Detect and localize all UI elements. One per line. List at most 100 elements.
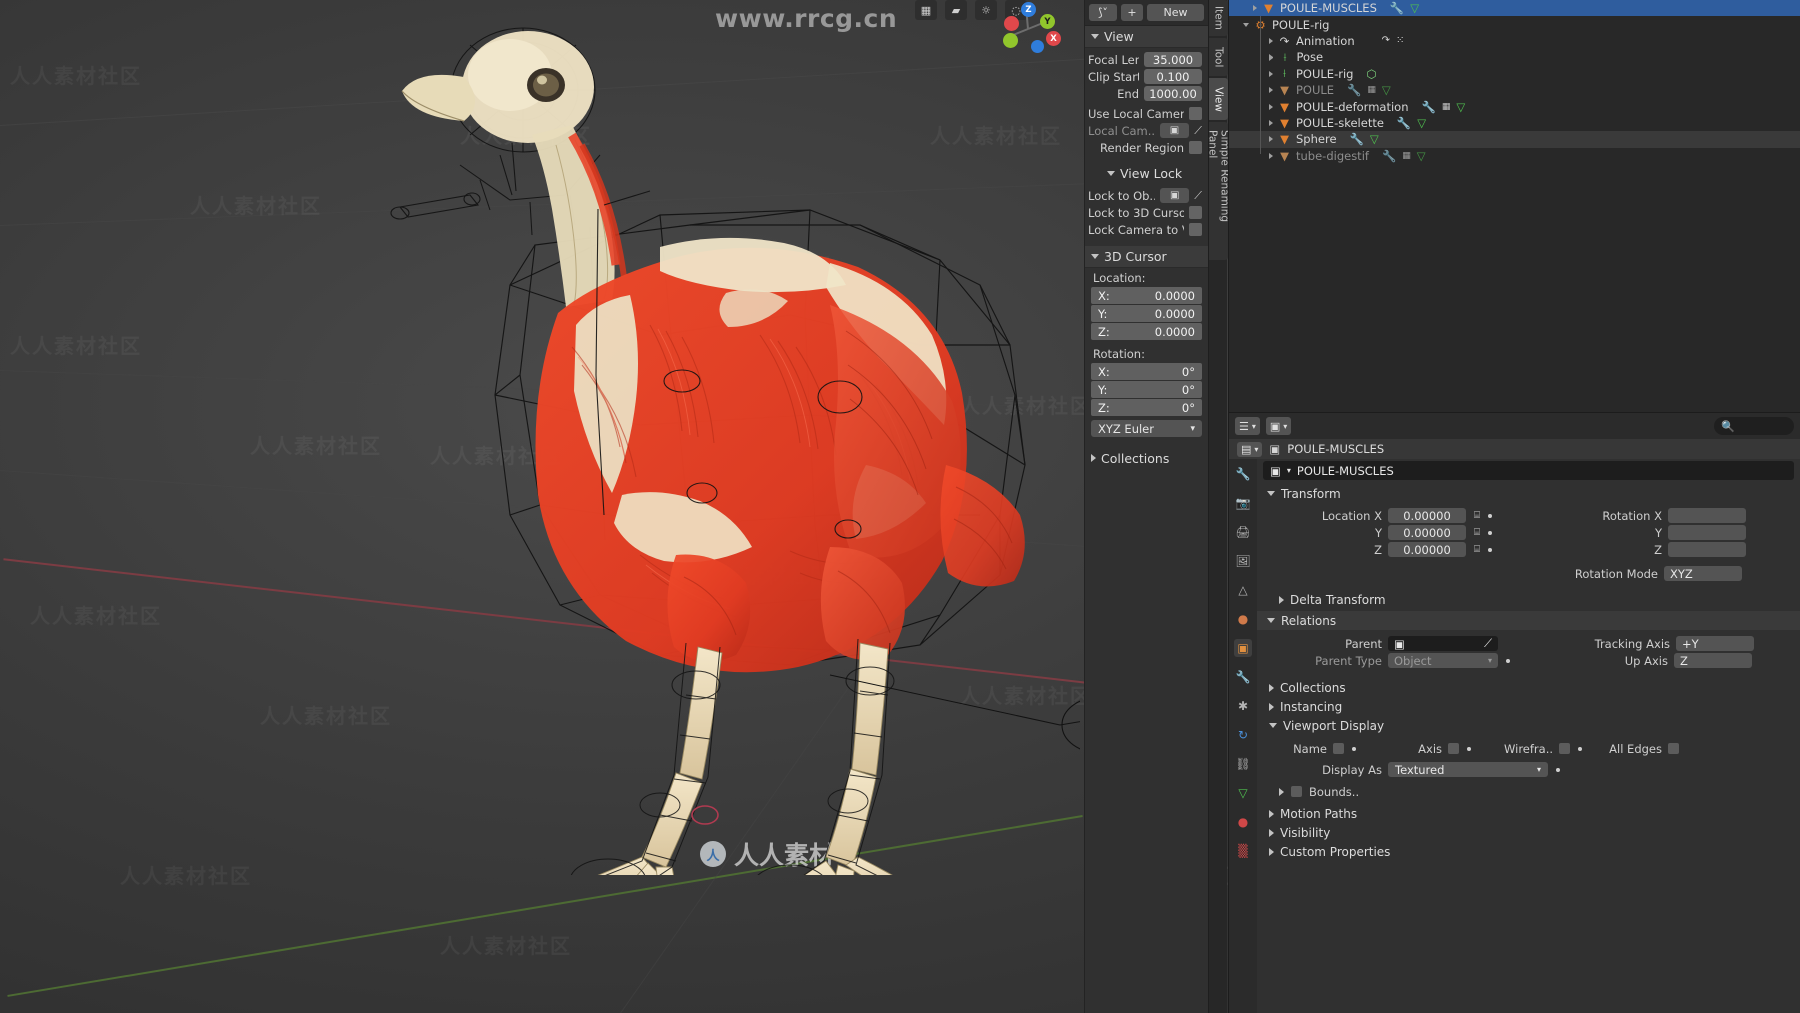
search-input[interactable]: 🔍 [1714, 417, 1794, 435]
decorator-dot-icon[interactable] [1488, 530, 1492, 535]
cursor-location-z[interactable]: Z: 0.0000 [1091, 323, 1202, 340]
display-as-row[interactable]: Display As Textured ▾ [1257, 761, 1800, 778]
outliner-row-poule-rig-data[interactable]: ⟊ POULE-rig ⬡ [1229, 66, 1800, 82]
filter-icon[interactable]: ▣ ▾ [1265, 417, 1292, 435]
disclosure-icon[interactable] [1269, 136, 1273, 143]
decorator-dot-icon[interactable] [1556, 767, 1560, 772]
vertex-group-icon[interactable]: ▦ [1402, 151, 1411, 161]
name-toggle-checkbox[interactable] [1333, 743, 1344, 754]
gizmo-axis-neg-x[interactable] [1004, 16, 1019, 31]
light-icon[interactable]: ☼ [975, 0, 997, 20]
lock-to-3d-cursor-row[interactable]: Lock to 3D Cursor [1085, 204, 1208, 221]
render-region-row[interactable]: Render Region [1085, 139, 1208, 156]
local-camera-row[interactable]: Local Cam.. ▣ ⟋ [1085, 122, 1208, 139]
display-as-dropdown[interactable]: Textured ▾ [1388, 762, 1548, 777]
rotation-y-value[interactable] [1668, 525, 1746, 540]
modifier-wrench-icon[interactable]: 🔧 [1347, 83, 1361, 97]
local-camera-field[interactable]: ▣ [1159, 123, 1190, 138]
rotation-z-value[interactable] [1668, 542, 1746, 557]
decorator-dot-icon[interactable] [1488, 547, 1492, 552]
tool-tab-icon[interactable]: 🔧 [1234, 465, 1252, 483]
axis-toggle-checkbox[interactable] [1448, 743, 1459, 754]
clip-end-value[interactable]: 1000.00 [1144, 86, 1202, 101]
animate-property-icon[interactable]: ⌸ [1474, 544, 1480, 555]
outliner-row-pose[interactable]: ⟊ Pose [1229, 49, 1800, 65]
world-tab-icon[interactable]: ● [1234, 610, 1252, 628]
disclosure-icon[interactable] [1243, 22, 1249, 27]
mesh-data-icon[interactable]: ▽ [1417, 116, 1426, 130]
disclosure-icon[interactable] [1269, 87, 1273, 94]
tab-item[interactable]: Item [1209, 0, 1228, 36]
cursor-rotation-y[interactable]: Y: 0° [1091, 381, 1202, 398]
mesh-data-icon[interactable]: ▽ [1456, 100, 1465, 114]
section-viewport-display[interactable]: Viewport Display [1257, 716, 1800, 735]
rotation-mode-value[interactable]: XYZ [1664, 566, 1742, 581]
location-y-value[interactable]: 0.00000 [1388, 525, 1466, 540]
focal-length-value[interactable]: 35.000 [1144, 52, 1202, 67]
properties-tab-strip[interactable]: 🔧 📷 🖨 🖼 △ ● ▣ 🔧 ✱ ↻ ⛓ ▽ ● ▒ [1229, 459, 1257, 1013]
eyedropper-icon[interactable]: ⟋ [1194, 189, 1202, 203]
panel-header-collections[interactable]: Collections [1085, 447, 1208, 469]
modifier-wrench-icon[interactable]: 🔧 [1382, 149, 1396, 163]
section-motion-paths[interactable]: Motion Paths [1257, 804, 1800, 823]
decorator-dot-icon[interactable] [1467, 746, 1471, 751]
add-icon[interactable]: + [1121, 4, 1143, 21]
focal-length-row[interactable]: Focal Leng.. 35.000 [1085, 51, 1208, 68]
particles-tab-icon[interactable]: ✱ [1234, 697, 1252, 715]
use-local-camera-row[interactable]: Use Local Camera [1085, 105, 1208, 122]
constraints-tab-icon[interactable]: ⛓ [1234, 755, 1252, 773]
disclosure-icon[interactable] [1269, 152, 1273, 159]
clip-end-row[interactable]: End 1000.00 [1085, 85, 1208, 102]
clip-start-value[interactable]: 0.100 [1144, 69, 1202, 84]
rotation-mode-row[interactable]: Rotation Mode XYZ [1257, 565, 1800, 582]
section-delta-transform[interactable]: Delta Transform [1257, 590, 1800, 609]
modifier-wrench-icon[interactable]: 🔧 [1350, 132, 1364, 146]
outliner-row-poule-skelette[interactable]: ▼ POULE-skelette 🔧 ▽ [1229, 115, 1800, 131]
use-local-camera-checkbox[interactable] [1189, 107, 1202, 120]
properties-editor[interactable]: ☰ ▾ ▣ ▾ 🔍 ▤ ▾ ▣ POULE-MUSCLES 🔧 📷 🖨 🖼 △ ● ▣… [1228, 412, 1800, 1013]
clip-start-row[interactable]: Clip Start 0.100 [1085, 68, 1208, 85]
bounds-row[interactable]: Bounds.. [1257, 783, 1800, 800]
new-button[interactable]: New [1147, 4, 1204, 21]
parent-type-dropdown[interactable]: Object ▾ [1388, 653, 1498, 668]
location-x-row[interactable]: Location X 0.00000 ⌸ Rotation X [1257, 507, 1800, 524]
gizmo-axis-x[interactable]: X [1046, 31, 1061, 46]
modifier-wrench-icon[interactable]: 🔧 [1397, 116, 1411, 130]
section-transform[interactable]: Transform [1257, 484, 1800, 503]
location-z-value[interactable]: 0.00000 [1388, 542, 1466, 557]
scene-tab-icon[interactable]: △ [1234, 581, 1252, 599]
parent-field[interactable]: ▣ ⟋ [1388, 636, 1498, 651]
modifier-wrench-icon[interactable]: 🔧 [1390, 1, 1404, 15]
disclosure-icon[interactable] [1269, 37, 1273, 44]
keyframe-icon[interactable]: ⁙ [1396, 35, 1404, 46]
gizmo-axis-neg-y[interactable] [1003, 33, 1018, 48]
location-x-value[interactable]: 0.00000 [1388, 508, 1466, 523]
animate-property-icon[interactable]: ⌸ [1474, 510, 1480, 521]
decorator-dot-icon[interactable] [1488, 513, 1492, 518]
gizmo-axis-neg-z[interactable] [1031, 40, 1044, 53]
disclosure-icon[interactable] [1253, 5, 1257, 12]
panel-header-view[interactable]: View [1085, 26, 1208, 48]
physics-tab-icon[interactable]: ↻ [1234, 726, 1252, 744]
outliner-row-poule-rig[interactable]: ⚙ POULE-rig [1229, 16, 1800, 32]
section-custom-properties[interactable]: Custom Properties [1257, 842, 1800, 861]
data-tab-icon[interactable]: ▽ [1234, 784, 1252, 802]
gizmo-axis-z[interactable]: Z [1021, 2, 1036, 17]
eyedropper-icon[interactable]: ⟋ [1194, 124, 1202, 138]
outliner-row-poule-deformation[interactable]: ▼ POULE-deformation 🔧 ▦ ▽ [1229, 98, 1800, 114]
render-region-checkbox[interactable] [1189, 141, 1202, 154]
tab-tool[interactable]: Tool [1209, 38, 1228, 76]
gizmo-axis-y[interactable]: Y [1040, 14, 1055, 29]
texture-tab-icon[interactable]: ▒ [1234, 842, 1252, 860]
cursor-location-x[interactable]: X: 0.0000 [1091, 287, 1202, 304]
up-axis-value[interactable]: Z [1674, 653, 1752, 668]
tab-view[interactable]: View [1209, 78, 1228, 120]
outliner-row-animation[interactable]: ↷ Animation ↷ ⁙ [1229, 33, 1800, 49]
material-tab-icon[interactable]: ● [1234, 813, 1252, 831]
location-z-row[interactable]: Z 0.00000 ⌸ Z [1257, 541, 1800, 558]
disclosure-icon[interactable] [1269, 119, 1273, 126]
object-id-field[interactable]: ▣ ▾ POULE-MUSCLES [1263, 461, 1794, 480]
browse-object-icon[interactable]: ▤ ▾ [1237, 441, 1263, 457]
view-layer-tab-icon[interactable]: 🖼 [1234, 552, 1252, 570]
cursor-rotation-z[interactable]: Z: 0° [1091, 399, 1202, 416]
